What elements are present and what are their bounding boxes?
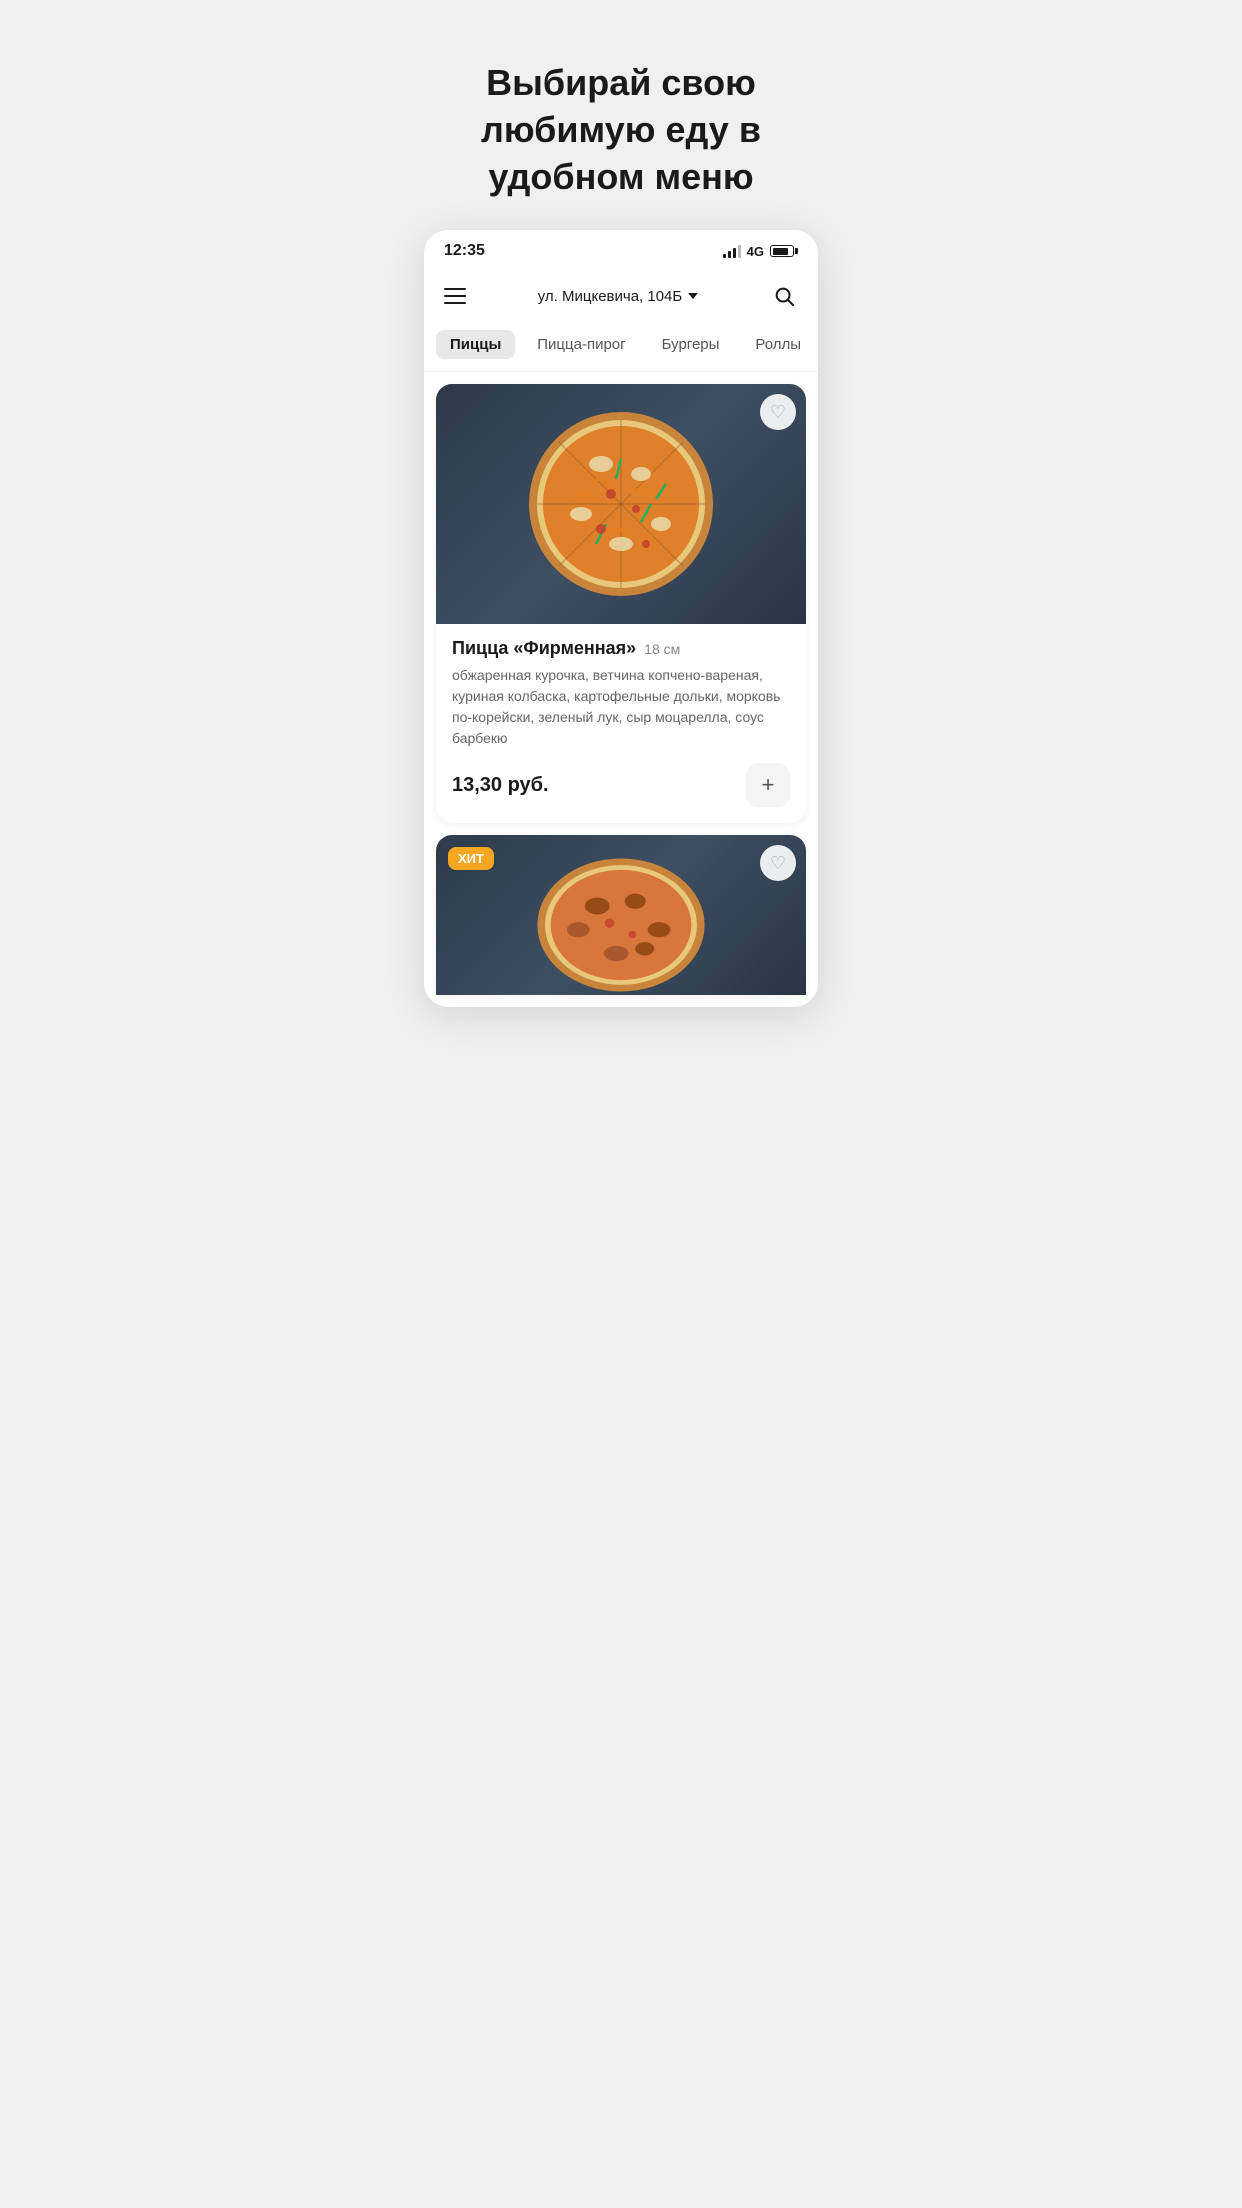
product-card-0: ♡ Пицца «Фирменная» 18 см обжаренная кур… — [436, 384, 806, 823]
category-tabs: Пиццы Пицца-пирог Бургеры Роллы Merry Ki… — [424, 326, 818, 372]
signal-icon — [723, 244, 741, 258]
hamburger-line-3 — [444, 302, 466, 304]
product-card-1: ХИТ ♡ — [436, 835, 806, 995]
top-nav: ул. Мицкевича, 104Б — [424, 268, 818, 326]
address-selector[interactable]: ул. Мицкевича, 104Б — [538, 288, 699, 305]
hamburger-line-2 — [444, 295, 466, 297]
menu-button[interactable] — [440, 284, 470, 308]
product-name-row-0: Пицца «Фирменная» 18 см — [452, 638, 790, 659]
product-description-0: обжаренная курочка, ветчина копчено-варе… — [452, 665, 790, 749]
page-wrapper: Выбирай свою любимую еду в удобном меню … — [414, 20, 828, 1007]
product-info-0: Пицца «Фирменная» 18 см обжаренная куроч… — [436, 624, 806, 823]
heart-icon-1: ♡ — [770, 853, 786, 874]
tab-rolls[interactable]: Роллы — [741, 330, 815, 359]
hero-title: Выбирай свою любимую еду в удобном меню — [414, 20, 828, 230]
address-text: ул. Мицкевича, 104Б — [538, 288, 683, 305]
pizza-svg-2 — [526, 838, 716, 993]
product-size-0: 18 см — [644, 641, 680, 657]
product-name-0: Пицца «Фирменная» — [452, 638, 636, 659]
search-icon — [773, 285, 795, 307]
chevron-down-icon — [688, 293, 698, 299]
battery-icon — [770, 245, 798, 257]
network-label: 4G — [747, 244, 764, 259]
product-image-1: ХИТ ♡ — [436, 835, 806, 995]
tab-pizzas[interactable]: Пиццы — [436, 330, 515, 359]
status-bar: 12:35 4G — [424, 230, 818, 268]
pizza-image-placeholder — [436, 384, 806, 624]
search-button[interactable] — [766, 278, 802, 314]
status-time: 12:35 — [444, 242, 485, 260]
add-to-cart-button-0[interactable]: + — [746, 763, 790, 807]
product-image-0: ♡ — [436, 384, 806, 624]
product-price-0: 13,30 руб. — [452, 774, 549, 797]
heart-icon-0: ♡ — [770, 402, 786, 423]
pizza-svg — [521, 404, 721, 604]
tab-pizza-pie[interactable]: Пицца-пирог — [523, 330, 639, 359]
products-list: ♡ Пицца «Фирменная» 18 см обжаренная кур… — [424, 372, 818, 1007]
status-icons: 4G — [723, 244, 798, 259]
tab-burgers[interactable]: Бургеры — [648, 330, 734, 359]
hamburger-line-1 — [444, 288, 466, 290]
product-footer-0: 13,30 руб. + — [452, 763, 790, 807]
favorite-button-1[interactable]: ♡ — [760, 845, 796, 881]
phone-mockup: 12:35 4G — [424, 230, 818, 1007]
hit-badge: ХИТ — [448, 847, 494, 870]
